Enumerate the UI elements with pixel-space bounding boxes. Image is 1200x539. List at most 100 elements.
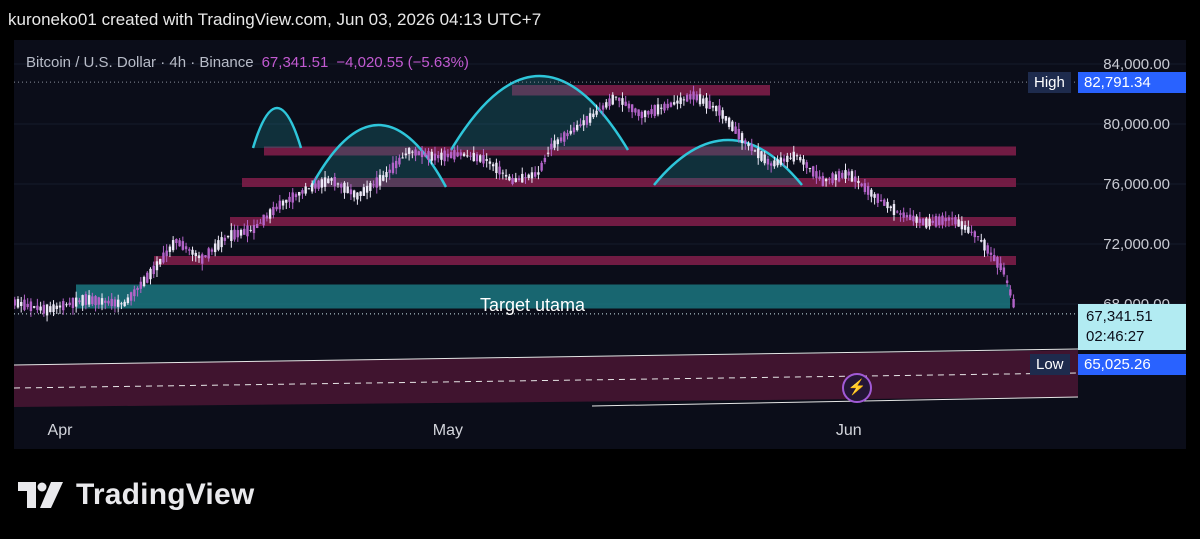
- candle-body: [847, 171, 850, 176]
- candle-body: [650, 109, 653, 115]
- candle-body: [653, 105, 656, 116]
- candle-body: [23, 299, 26, 310]
- tradingview-logo: TradingView: [18, 478, 254, 512]
- candle-body: [394, 160, 398, 169]
- candle-body: [963, 225, 967, 230]
- candle-body: [676, 100, 679, 104]
- candle-body: [595, 110, 598, 115]
- candle-body: [889, 206, 892, 209]
- candle-body: [136, 287, 139, 291]
- candle-body: [120, 303, 123, 305]
- candle-body: [87, 295, 91, 305]
- candle-body: [272, 206, 275, 216]
- low-value: 65,025.26: [1078, 354, 1186, 375]
- candle-body: [647, 110, 650, 115]
- candle-body: [886, 201, 889, 209]
- candle-body: [831, 173, 834, 184]
- candle-body: [149, 268, 152, 280]
- candle-body: [49, 306, 52, 313]
- y-tick-label: 76,000.00: [1103, 176, 1170, 193]
- candle-body: [29, 301, 33, 312]
- candle-body: [902, 212, 905, 218]
- candle-body: [430, 151, 433, 161]
- candle-body: [611, 94, 614, 105]
- candle-body: [485, 159, 488, 161]
- candle-body: [230, 230, 233, 241]
- candle-body: [97, 297, 100, 305]
- channel-zone: [14, 350, 1078, 407]
- candle-body: [268, 209, 272, 219]
- candle-body: [479, 155, 482, 162]
- candle-body: [504, 174, 508, 177]
- candle-body: [123, 301, 126, 307]
- candle-body: [155, 261, 159, 271]
- candle-body: [576, 124, 579, 131]
- alert-icon[interactable]: ⚡: [842, 373, 872, 403]
- candle-body: [866, 185, 870, 195]
- candle-body: [811, 166, 815, 177]
- candle-body: [317, 180, 320, 189]
- candle-body: [792, 151, 795, 162]
- candle-body: [601, 105, 605, 110]
- candle-body: [779, 157, 783, 165]
- candle-body: [152, 265, 155, 275]
- candle-body: [954, 217, 957, 225]
- candle-body: [976, 236, 980, 238]
- candle-body: [533, 172, 537, 177]
- candle-body: [349, 189, 353, 195]
- candle-body: [91, 296, 94, 305]
- candle-body: [32, 306, 36, 308]
- candle-body: [643, 110, 647, 118]
- candle-body: [201, 254, 204, 264]
- candle-body: [398, 157, 401, 165]
- chart-panel[interactable]: 84,000.0080,000.0076,000.0072,000.0068,0…: [14, 40, 1186, 449]
- x-tick-label: Jun: [836, 422, 862, 439]
- candle-body: [417, 151, 421, 156]
- candle-body: [16, 299, 20, 308]
- y-tick-label: 72,000.00: [1103, 236, 1170, 253]
- candle-body: [175, 238, 178, 244]
- candle-body: [621, 98, 624, 105]
- candle-body: [537, 172, 540, 175]
- candle-body: [259, 222, 262, 224]
- candle-body: [860, 183, 863, 186]
- candle-body: [239, 229, 243, 236]
- low-tag: Low: [1030, 354, 1070, 375]
- candle-body: [912, 215, 915, 222]
- candle-body: [876, 193, 880, 203]
- chart-legend: Bitcoin / U.S. Dollar · 4h · Binance 67,…: [26, 54, 469, 71]
- candle-body: [320, 179, 324, 188]
- candle-body: [375, 177, 378, 188]
- high-value: 82,791.34: [1078, 72, 1186, 93]
- candle-body: [181, 241, 185, 250]
- candle-body: [585, 115, 589, 125]
- candle-body: [514, 178, 517, 182]
- candle-body: [110, 298, 113, 307]
- candle-body: [559, 137, 563, 142]
- candle-body: [873, 194, 876, 198]
- candle-body: [36, 305, 39, 310]
- candle-body: [165, 250, 168, 257]
- candle-body: [960, 221, 964, 230]
- candle-body: [74, 297, 78, 307]
- candle-body: [634, 108, 637, 113]
- candle-body: [449, 152, 453, 159]
- candle-body: [708, 100, 711, 109]
- candle-body: [996, 257, 999, 268]
- candle-body: [372, 184, 375, 186]
- candle-body: [133, 289, 136, 297]
- candle-body: [249, 229, 252, 231]
- candle-body: [931, 220, 934, 223]
- candle-body: [281, 200, 285, 206]
- candle-body: [637, 109, 640, 117]
- candle-body: [925, 218, 928, 228]
- candle-body: [362, 187, 366, 196]
- candle-body: [837, 171, 841, 182]
- candle-body: [605, 102, 608, 108]
- current-price-tag: 67,341.51 02:46:27: [1078, 304, 1186, 350]
- candle-body: [908, 214, 912, 221]
- bar-countdown: 02:46:27: [1086, 328, 1145, 345]
- candle-body: [986, 245, 989, 254]
- price-chart[interactable]: 84,000.0080,000.0076,000.0072,000.0068,0…: [14, 40, 1186, 449]
- candle-body: [401, 157, 404, 159]
